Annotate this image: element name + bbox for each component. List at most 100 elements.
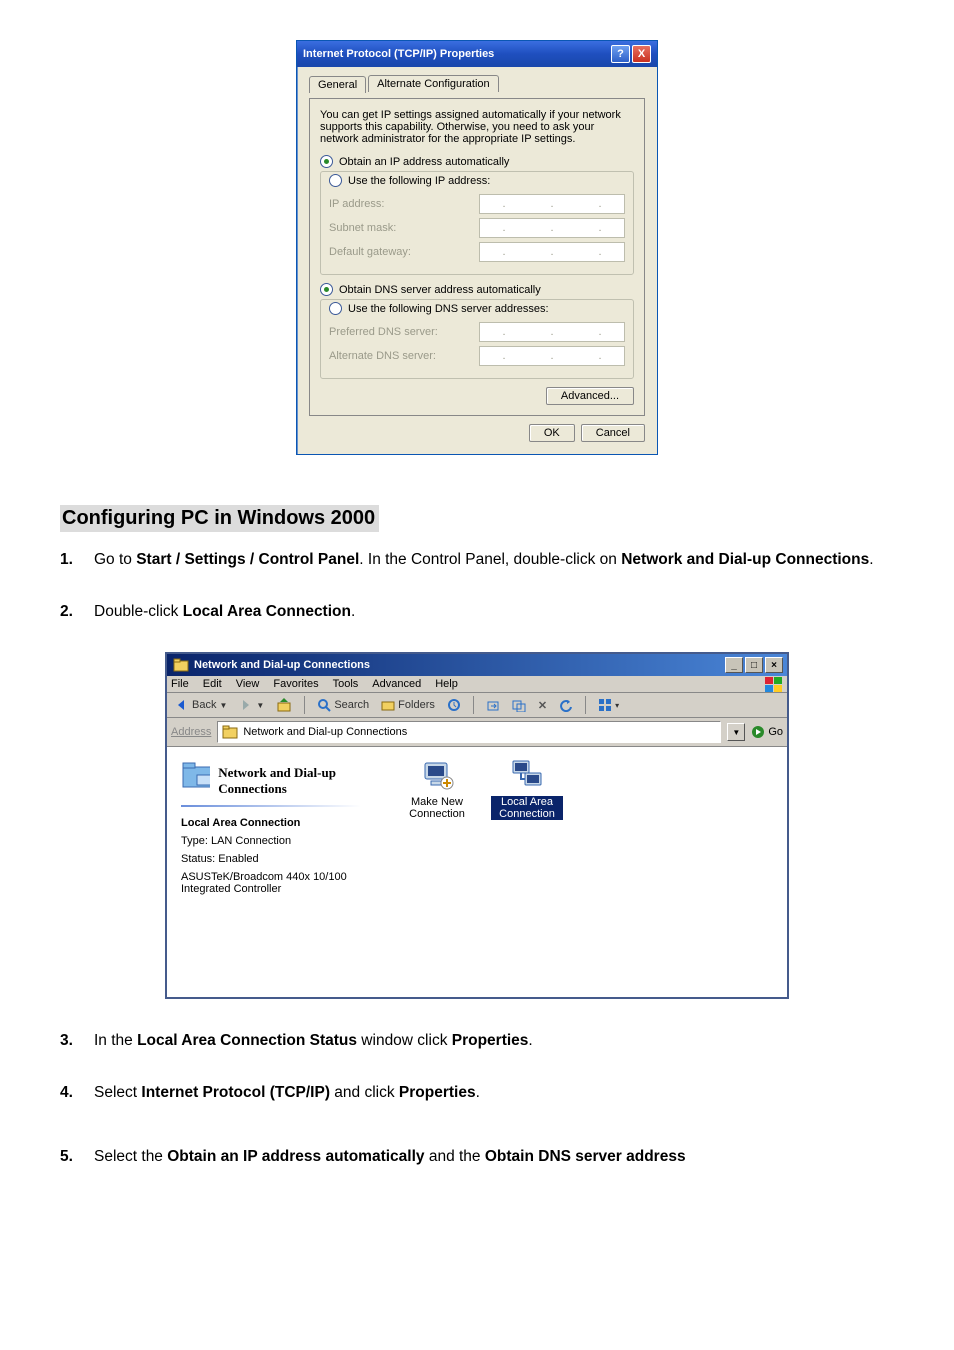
delete-button[interactable]: ✕ xyxy=(534,698,551,713)
back-arrow-icon xyxy=(175,698,189,712)
move-to-icon xyxy=(486,698,500,712)
label-default-gateway: Default gateway: xyxy=(329,246,479,258)
ok-button[interactable]: OK xyxy=(529,424,575,442)
history-button[interactable] xyxy=(443,697,465,713)
address-bar: Address Network and Dial-up Connections … xyxy=(167,718,787,747)
win2k-title: Network and Dial-up Connections xyxy=(194,659,370,671)
win2k-network-dialup-window: Network and Dial-up Connections _ □ × Fi… xyxy=(165,652,789,999)
make-new-connection-item[interactable]: Make New Connection xyxy=(401,757,473,820)
undo-button[interactable] xyxy=(555,697,577,713)
advanced-button[interactable]: Advanced... xyxy=(546,387,634,405)
label-use-following-dns: Use the following DNS server addresses: xyxy=(348,303,549,315)
lac-device: ASUSTeK/Broadcom 440x 10/100 Integrated … xyxy=(181,871,381,895)
menu-help[interactable]: Help xyxy=(435,678,458,690)
delete-icon: ✕ xyxy=(538,699,547,712)
dialog-titlebar: Internet Protocol (TCP/IP) Properties ? … xyxy=(297,41,657,67)
step-4-text: Select Internet Protocol (TCP/IP) and cl… xyxy=(94,1081,894,1105)
folder-large-icon xyxy=(181,757,210,791)
label-obtain-dns-auto: Obtain DNS server address automatically xyxy=(339,284,541,296)
windows-logo-icon xyxy=(765,677,783,696)
input-default-gateway[interactable]: ... xyxy=(479,242,625,262)
cancel-button[interactable]: Cancel xyxy=(581,424,645,442)
close-icon: X xyxy=(638,48,645,60)
close-button[interactable]: × xyxy=(765,657,783,673)
move-to-button[interactable] xyxy=(482,697,504,713)
step-3-number: 3. xyxy=(60,1029,94,1053)
step-2-text: Double-click Local Area Connection. xyxy=(94,600,894,624)
menu-advanced[interactable]: Advanced xyxy=(372,678,421,690)
tab-panel-general: You can get IP settings assigned automat… xyxy=(309,98,645,416)
step-4-number: 4. xyxy=(60,1081,94,1105)
label-obtain-ip-auto: Obtain an IP address automatically xyxy=(339,156,509,168)
address-label: Address xyxy=(171,726,211,738)
address-dropdown[interactable]: ▼ xyxy=(727,723,745,741)
label-ip-address: IP address: xyxy=(329,198,479,210)
label-subnet-mask: Subnet mask: xyxy=(329,222,479,234)
back-button[interactable]: Back ▼ xyxy=(171,697,231,713)
maximize-button[interactable]: □ xyxy=(745,657,763,673)
lac-subheading: Local Area Connection xyxy=(181,817,300,829)
forward-button[interactable]: ▼ xyxy=(235,697,268,713)
forward-arrow-icon xyxy=(239,698,253,712)
win2k-titlebar: Network and Dial-up Connections _ □ × xyxy=(167,654,787,676)
input-ip-address[interactable]: ... xyxy=(479,194,625,214)
history-icon xyxy=(447,698,461,712)
address-input[interactable]: Network and Dial-up Connections xyxy=(217,721,721,743)
left-pane-title: Network and Dial-up Connections xyxy=(218,765,381,797)
folder-icon xyxy=(173,657,189,673)
label-alternate-dns: Alternate DNS server: xyxy=(329,350,479,362)
menu-favorites[interactable]: Favorites xyxy=(273,678,318,690)
views-button[interactable]: ▾ xyxy=(594,697,623,713)
copy-to-button[interactable] xyxy=(508,697,530,713)
tab-general[interactable]: General xyxy=(309,76,366,93)
up-folder-icon xyxy=(276,697,292,713)
views-icon xyxy=(598,698,612,712)
explain-text: You can get IP settings assigned automat… xyxy=(320,109,634,145)
label-preferred-dns: Preferred DNS server: xyxy=(329,326,479,338)
up-button[interactable] xyxy=(272,696,296,714)
folders-button[interactable]: Folders xyxy=(377,697,439,713)
menu-edit[interactable]: Edit xyxy=(203,678,222,690)
minimize-button[interactable]: _ xyxy=(725,657,743,673)
copy-to-icon xyxy=(512,698,526,712)
dialog-title: Internet Protocol (TCP/IP) Properties xyxy=(303,48,494,60)
toolbar: Back ▼ ▼ Search Folders xyxy=(167,693,787,718)
search-icon xyxy=(317,698,331,712)
help-button[interactable]: ? xyxy=(611,45,630,63)
step-1-text: Go to Start / Settings / Control Panel. … xyxy=(94,548,894,572)
local-area-connection-item[interactable]: Local Area Connection xyxy=(491,757,563,820)
tab-alternate-configuration[interactable]: Alternate Configuration xyxy=(368,75,499,92)
folders-icon xyxy=(381,698,395,712)
right-icons-pane: Make New Connection Local Area Connectio… xyxy=(391,747,787,997)
local-area-connection-icon xyxy=(509,757,545,793)
make-new-connection-icon xyxy=(419,757,455,793)
input-alternate-dns[interactable]: ... xyxy=(479,346,625,366)
section-heading: Configuring PC in Windows 2000 xyxy=(60,505,379,532)
lac-status: Status: Enabled xyxy=(181,853,381,865)
radio-obtain-dns-auto[interactable] xyxy=(320,283,333,296)
radio-use-following-ip[interactable] xyxy=(329,174,342,187)
radio-use-following-dns[interactable] xyxy=(329,302,342,315)
fieldset-manual-dns: Use the following DNS server addresses: … xyxy=(320,299,634,379)
step-2-number: 2. xyxy=(60,600,94,624)
go-button[interactable]: Go xyxy=(751,725,783,739)
help-icon: ? xyxy=(617,48,624,60)
label-use-following-ip: Use the following IP address: xyxy=(348,175,490,187)
go-icon xyxy=(751,725,765,739)
menu-view[interactable]: View xyxy=(236,678,260,690)
menu-tools[interactable]: Tools xyxy=(333,678,359,690)
undo-icon xyxy=(559,698,573,712)
close-button[interactable]: X xyxy=(632,45,651,63)
tcpip-properties-dialog: Internet Protocol (TCP/IP) Properties ? … xyxy=(296,40,658,455)
folder-icon xyxy=(222,724,238,740)
dropdown-icon: ▼ xyxy=(256,701,264,710)
dropdown-icon: ▼ xyxy=(219,701,227,710)
make-new-connection-label: Make New Connection xyxy=(401,796,473,820)
search-button[interactable]: Search xyxy=(313,697,373,713)
step-5-text: Select the Obtain an IP address automati… xyxy=(94,1145,894,1169)
step-1-number: 1. xyxy=(60,548,94,572)
menu-file[interactable]: File xyxy=(171,678,189,690)
input-preferred-dns[interactable]: ... xyxy=(479,322,625,342)
input-subnet-mask[interactable]: ... xyxy=(479,218,625,238)
radio-obtain-ip-auto[interactable] xyxy=(320,155,333,168)
